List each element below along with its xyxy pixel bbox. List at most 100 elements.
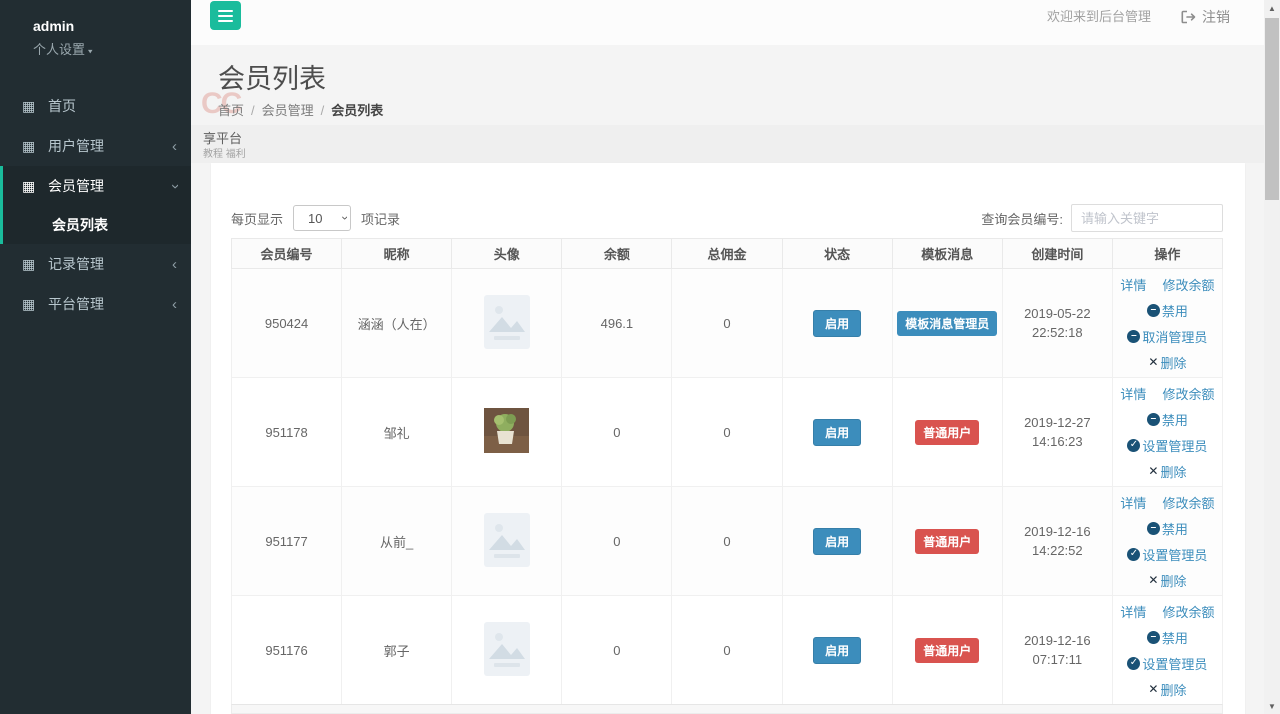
table-body: 950424涵涵（人在）496.10启用模板消息管理员2019-05-2222:… (232, 269, 1223, 705)
search-label: 查询会员编号: (981, 209, 1063, 228)
status-enabled-button[interactable]: 启用 (813, 637, 861, 664)
action-edit-balance-link[interactable]: 修改余额 (1162, 275, 1214, 294)
per-page-select[interactable]: 10 (293, 205, 351, 231)
action-detail-link[interactable]: 详情 (1120, 493, 1146, 512)
commission-cell: 0 (672, 487, 782, 596)
sidebar-item-member-management[interactable]: ▦会员管理‹ (3, 166, 191, 206)
created-time-cell: 2019-12-2714:16:23 (1002, 378, 1112, 487)
action-label: 详情 (1120, 493, 1146, 512)
action-detail-link[interactable]: 详情 (1120, 384, 1146, 403)
breadcrumb-link[interactable]: 会员管理 (262, 103, 314, 118)
column-header: 头像 (452, 239, 562, 269)
status-cell: 启用 (782, 596, 892, 705)
action-detail-link[interactable]: 详情 (1120, 602, 1146, 621)
column-header: 创建时间 (1002, 239, 1112, 269)
caret-down-icon: ▾ (88, 47, 93, 56)
user-type-badge: 模板消息管理员 (897, 311, 997, 336)
member-id-search-input[interactable] (1071, 204, 1223, 232)
action-edit-balance-link[interactable]: 修改余额 (1162, 602, 1214, 621)
broken-image-placeholder-icon (484, 295, 530, 349)
top-navbar: 欢迎来到后台管理 注销 (191, 0, 1264, 45)
status-enabled-button[interactable]: 启用 (813, 528, 861, 555)
scrollbar-down-arrow[interactable]: ▼ (1264, 698, 1280, 714)
action-label: 修改余额 (1162, 384, 1214, 403)
action-label: 设置管理员 (1142, 654, 1207, 673)
action-label: 禁用 (1162, 410, 1188, 429)
user-type-badge: 普通用户 (915, 529, 979, 554)
created-clock: 14:16:23 (1003, 432, 1112, 451)
action-delete-link[interactable]: ✕删除 (1148, 680, 1186, 699)
content-area: CC 会员列表 首页/会员管理/会员列表 享平台 教程 福利 每页显示 10 ‹… (191, 45, 1264, 714)
sidebar: admin 个人设置▾ ▦首页▦用户管理‹▦会员管理‹会员列表▦记录管理‹▦平台… (0, 0, 191, 714)
minus-circle-icon: – (1127, 330, 1140, 343)
minus-circle-icon: – (1147, 631, 1160, 644)
sidebar-toggle-button[interactable] (210, 1, 241, 30)
column-header: 模板消息 (892, 239, 1002, 269)
action-set-admin-link[interactable]: ✓设置管理员 (1127, 545, 1207, 564)
action-label: 禁用 (1162, 628, 1188, 647)
sidebar-item-record-management[interactable]: ▦记录管理‹ (0, 244, 191, 284)
per-page-prefix-label: 每页显示 (231, 209, 283, 228)
created-clock: 07:17:11 (1003, 650, 1112, 669)
action-edit-balance-link[interactable]: 修改余额 (1162, 384, 1214, 403)
balance-cell: 0 (562, 487, 672, 596)
action-label: 禁用 (1162, 519, 1188, 538)
check-circle-icon: ✓ (1127, 548, 1140, 561)
sidebar-item-platform-management[interactable]: ▦平台管理‹ (0, 284, 191, 324)
balance-cell: 0 (562, 596, 672, 705)
x-delete-icon: ✕ (1148, 355, 1158, 369)
member-id-cell: 951178 (232, 378, 342, 487)
sidebar-item-home[interactable]: ▦首页 (0, 86, 191, 126)
breadcrumb-link[interactable]: 首页 (218, 103, 244, 118)
action-delete-link[interactable]: ✕删除 (1148, 462, 1186, 481)
chevron-left-icon: ‹ (172, 139, 177, 154)
breadcrumb-separator: / (321, 103, 325, 118)
action-set-admin-link[interactable]: ✓设置管理员 (1127, 654, 1207, 673)
action-label: 详情 (1120, 275, 1146, 294)
action-label: 删除 (1160, 462, 1186, 481)
action-edit-balance-link[interactable]: 修改余额 (1162, 493, 1214, 512)
table-row: 950424涵涵（人在）496.10启用模板消息管理员2019-05-2222:… (232, 269, 1223, 378)
created-date: 2019-12-16 (1003, 522, 1112, 541)
sidebar-user-panel: admin 个人设置▾ (0, 0, 191, 74)
action-disable-link[interactable]: –禁用 (1147, 519, 1188, 538)
action-unset-admin-link[interactable]: –取消管理员 (1127, 327, 1207, 346)
template-message-cell: 模板消息管理员 (892, 269, 1002, 378)
status-cell: 启用 (782, 487, 892, 596)
sidebar-item-label: 会员管理 (48, 176, 172, 196)
sidebar-item-label: 首页 (48, 96, 177, 116)
scrollbar-thumb[interactable] (1265, 18, 1279, 200)
chevron-left-icon: ‹ (172, 297, 177, 312)
next-row-partial (231, 704, 1223, 714)
column-header: 操作 (1112, 239, 1222, 269)
scrollbar-up-arrow[interactable]: ▲ (1264, 0, 1280, 16)
personal-settings-link[interactable]: 个人设置▾ (33, 39, 191, 58)
action-disable-link[interactable]: –禁用 (1147, 410, 1188, 429)
action-disable-link[interactable]: –禁用 (1147, 301, 1188, 320)
column-header: 状态 (782, 239, 892, 269)
sidebar-nav: ▦首页▦用户管理‹▦会员管理‹会员列表▦记录管理‹▦平台管理‹ (0, 86, 191, 324)
column-header: 总佣金 (672, 239, 782, 269)
user-type-badge: 普通用户 (915, 420, 979, 445)
check-circle-icon: ✓ (1127, 657, 1140, 670)
breadcrumb-separator: / (251, 103, 255, 118)
action-disable-link[interactable]: –禁用 (1147, 628, 1188, 647)
grid-icon: ▦ (22, 257, 38, 271)
logout-link[interactable]: 注销 (1181, 8, 1230, 26)
check-circle-icon: ✓ (1127, 439, 1140, 452)
action-delete-link[interactable]: ✕删除 (1148, 571, 1186, 590)
sidebar-item-user-management[interactable]: ▦用户管理‹ (0, 126, 191, 166)
member-id-cell: 951176 (232, 596, 342, 705)
action-delete-link[interactable]: ✕删除 (1148, 353, 1186, 372)
status-cell: 启用 (782, 378, 892, 487)
sidebar-subitem-member-list[interactable]: 会员列表 (3, 206, 191, 244)
action-detail-link[interactable]: 详情 (1120, 275, 1146, 294)
page-scrollbar[interactable]: ▲ ▼ (1264, 0, 1280, 714)
action-set-admin-link[interactable]: ✓设置管理员 (1127, 436, 1207, 455)
background-text-links: 教程 福利 (203, 145, 246, 160)
status-enabled-button[interactable]: 启用 (813, 419, 861, 446)
action-label: 修改余额 (1162, 493, 1214, 512)
chevron-left-icon: ‹ (172, 257, 177, 272)
status-enabled-button[interactable]: 启用 (813, 310, 861, 337)
sidebar-username: admin (33, 18, 191, 34)
